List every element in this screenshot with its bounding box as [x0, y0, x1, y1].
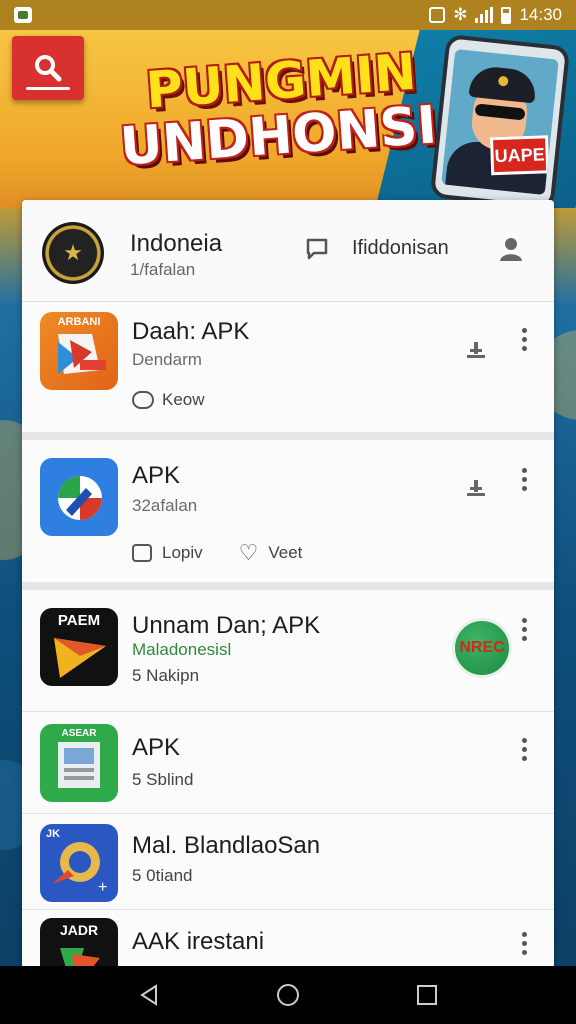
back-button[interactable]: [129, 975, 169, 1015]
section-divider: [22, 432, 554, 440]
app-subtitle: Maladonesisl: [132, 640, 232, 659]
app-name: Unnam Dan; APK: [132, 612, 321, 639]
app-list-card: ★ Indoneia 1/fafalan Ifiddonisan ARBANI: [22, 200, 554, 968]
app-icon: ASEAR: [40, 724, 118, 802]
app-name: Mal. BlandlaoSan: [132, 832, 321, 859]
status-bar: ✻ 14:30: [0, 0, 576, 30]
list-item[interactable]: PAEM Unnam Dan; APK Maladonesisl 5 Nakip…: [22, 590, 554, 712]
install-button[interactable]: [460, 472, 492, 504]
header-row[interactable]: ★ Indoneia 1/fafalan Ifiddonisan: [22, 200, 554, 302]
heart-icon: ♡: [238, 540, 259, 565]
square-icon: [132, 544, 152, 562]
app-meta-text: Lopiv: [162, 543, 203, 562]
app-meta: Lopiv ♡ Veet: [132, 540, 302, 566]
status-time: 14:30: [519, 5, 562, 24]
more-options-button[interactable]: [512, 926, 536, 960]
chat-icon: [306, 238, 328, 260]
header-link[interactable]: Ifiddonisan: [352, 237, 449, 260]
app-name: APK: [132, 462, 181, 489]
app-name: AAK irestani: [132, 928, 265, 955]
install-icon: [467, 342, 485, 358]
header-subtitle: 1/fafalan: [130, 260, 196, 279]
list-item[interactable]: APK 32afalan Lopiv ♡ Veet: [22, 440, 554, 582]
list-item[interactable]: JADR AAK irestani: [22, 910, 554, 968]
more-options-button[interactable]: [512, 732, 536, 766]
install-button[interactable]: [460, 334, 492, 366]
banner-title: PUNGMIN UNDHONSIA!: [115, 43, 502, 178]
app-name: APK: [132, 734, 181, 761]
list-item[interactable]: ASEAR APK 5 Sblind: [22, 712, 554, 814]
app-meta: 5 Nakipn: [132, 666, 199, 686]
emblem-logo: ★: [42, 222, 104, 284]
section-divider: [22, 582, 554, 590]
install-icon: [467, 480, 485, 496]
app-meta: 5 Sblind: [132, 770, 193, 790]
person-icon: [500, 238, 522, 261]
signal-icon: [475, 7, 494, 23]
more-options-button[interactable]: [512, 462, 536, 496]
back-icon: [140, 984, 158, 1006]
app-icon: PAEM: [40, 608, 118, 686]
phone-sticker: UAPE: [489, 135, 550, 176]
app-icon: JK +: [40, 824, 118, 902]
search-button[interactable]: [12, 36, 84, 100]
svg-text:+: +: [98, 879, 107, 896]
wifi-icon: ✻: [453, 5, 468, 24]
recents-button[interactable]: [407, 975, 447, 1015]
more-options-button[interactable]: [512, 322, 536, 356]
search-underline: [26, 87, 70, 90]
app-meta: Keow: [132, 390, 205, 410]
home-icon: [276, 984, 299, 1006]
phone-illustration: UAPE: [429, 33, 571, 208]
battery-icon: [501, 6, 512, 24]
app-meta-text: Keow: [162, 390, 205, 409]
notification-app-icon: [14, 7, 32, 23]
infinity-icon: [132, 391, 154, 409]
app-meta-text: 5 0tiand: [132, 866, 193, 885]
app-name: Daah: APK: [132, 318, 250, 345]
app-subtitle: 32afalan: [132, 496, 198, 515]
app-subtitle: Dendarm: [132, 350, 202, 369]
new-badge[interactable]: NREC: [452, 618, 512, 678]
header-title: Indoneia: [130, 230, 223, 257]
star-icon: ★: [63, 240, 83, 265]
more-options-button[interactable]: [512, 612, 536, 646]
app-icon: ARBANI: [40, 312, 118, 390]
list-item[interactable]: JK + Mal. BlandlaoSan 5 0tiand: [22, 814, 554, 910]
app-icon: [40, 458, 118, 536]
app-meta-text: 5 Sblind: [132, 770, 194, 789]
app-meta: 5 0tiand: [132, 866, 193, 886]
app-meta-text-2: Veet: [268, 543, 303, 562]
list-item[interactable]: ARBANI Daah: APK Dendarm Keow: [22, 302, 554, 432]
app-meta-text: 5 Nakipn: [132, 666, 200, 685]
search-icon: [35, 55, 62, 82]
screenshot-icon: [429, 7, 446, 23]
navigation-bar: [0, 966, 576, 1024]
recents-icon: [416, 985, 437, 1005]
chat-button[interactable]: [302, 234, 332, 264]
home-button[interactable]: [268, 975, 308, 1015]
profile-button[interactable]: [494, 232, 528, 266]
promo-banner[interactable]: PUNGMIN UNDHONSIA! UAPE: [0, 30, 576, 208]
app-icon: JADR: [40, 918, 118, 968]
